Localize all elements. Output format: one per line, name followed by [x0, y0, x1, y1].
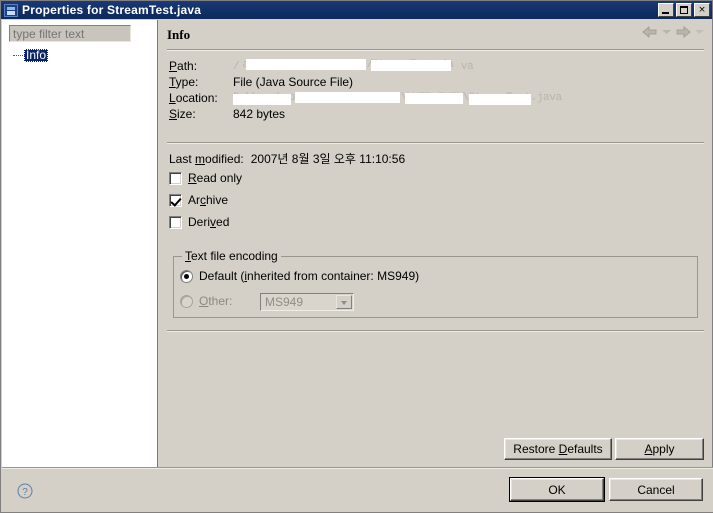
ok-label: OK: [548, 482, 566, 497]
radio-default-encoding-label: Default (inherited from container: MS949…: [199, 269, 420, 283]
properties-dialog: Properties for StreamTest.java × Info In…: [0, 0, 713, 513]
checkbox-derived-label: Derived: [188, 215, 230, 229]
last-modified-value: 2007년 8월 3일 오후 11:10:56: [250, 152, 406, 166]
window-title: Properties for StreamTest.java: [22, 3, 202, 17]
info-separator: [167, 142, 704, 144]
close-icon: ×: [698, 5, 706, 15]
last-modified-row: Last modified: 2007년 8월 3일 오후 11:10:56: [169, 151, 406, 167]
info-row-size: Size: 842 bytes: [169, 106, 285, 121]
navigation-arrows: [642, 26, 704, 38]
checkbox-archive-box[interactable]: [169, 193, 182, 207]
checkbox-archive[interactable]: Archive: [169, 192, 228, 208]
redacted-location: D:\\workspace\\project\\src\\WEB-INF\\St…: [233, 91, 562, 105]
svg-text:?: ?: [22, 487, 28, 498]
redacted-path: aaaaa/bbbbbbb/cccccc/StreamTest.ja: [243, 59, 458, 72]
title-bar[interactable]: Properties for StreamTest.java ×: [1, 1, 712, 19]
checkbox-derived[interactable]: Derived: [169, 214, 229, 230]
help-icon[interactable]: ?: [17, 483, 33, 499]
tree-connector-icon: [13, 55, 25, 57]
content-panel: Info Path: / va Type: File (Java Source …: [159, 20, 712, 467]
navigation-panel: Info: [2, 20, 158, 467]
encoding-select-value: MS949: [265, 295, 304, 309]
checkbox-read-only-label: Read only: [188, 171, 243, 185]
last-modified-label: Last modified:: [169, 151, 244, 166]
info-row-type: Type: File (Java Source File): [169, 74, 353, 89]
sidebar-item-label: Info: [24, 48, 49, 62]
close-button[interactable]: ×: [694, 3, 710, 17]
page-title: Info: [167, 27, 191, 42]
properties-window-icon: [4, 3, 18, 17]
restore-defaults-label: Restore Defaults: [513, 442, 603, 456]
checkbox-read-only[interactable]: Read only: [169, 170, 242, 186]
checkbox-read-only-box[interactable]: [169, 171, 182, 185]
cancel-label: Cancel: [637, 482, 675, 497]
radio-other-encoding[interactable]: Other:: [180, 293, 232, 309]
ok-button[interactable]: OK: [509, 477, 605, 502]
text-file-encoding-legend: Text file encoding: [182, 249, 281, 263]
maximize-button[interactable]: [676, 3, 692, 17]
title-separator: [167, 49, 704, 51]
restore-defaults-button[interactable]: Restore Defaults: [504, 438, 612, 460]
back-arrow-icon[interactable]: [642, 26, 658, 38]
chevron-down-icon[interactable]: [336, 295, 352, 309]
sidebar-item-info[interactable]: Info: [2, 48, 157, 63]
text-file-encoding-group: Text file encoding Default (inherited fr…: [173, 249, 698, 318]
checkbox-derived-box[interactable]: [169, 215, 182, 229]
radio-default-encoding[interactable]: Default (inherited from container: MS949…: [180, 268, 419, 284]
info-value-path: / aaaaa/bbbbbbb/cccccc/StreamTest.ja va: [233, 59, 474, 73]
info-value-type: File (Java Source File): [233, 74, 354, 89]
info-label-location: Location:: [169, 90, 218, 105]
forward-arrow-icon[interactable]: [675, 26, 691, 38]
info-row-path: Path: / aaaaa/bbbbbbb/cccccc/StreamTest.…: [169, 58, 474, 74]
checkbox-archive-label: Archive: [188, 193, 229, 207]
apply-button[interactable]: Apply: [615, 438, 704, 460]
info-label-type: Type:: [169, 74, 199, 89]
info-row-location: Location: D:\\workspace\\project\\src\\W…: [169, 90, 562, 105]
filter-input[interactable]: [9, 25, 131, 42]
back-history-chevron-down-icon[interactable]: [662, 29, 671, 35]
radio-other-encoding-label: Other:: [199, 294, 233, 308]
minimize-button[interactable]: [658, 3, 674, 17]
radio-default-encoding-button[interactable]: [180, 269, 193, 283]
radio-other-encoding-button[interactable]: [180, 294, 193, 308]
info-value-size: 842 bytes: [233, 106, 286, 121]
window-controls: ×: [658, 3, 710, 17]
info-value-location: D:\\workspace\\project\\src\\WEB-INF\\St…: [233, 90, 562, 105]
forward-history-chevron-down-icon[interactable]: [695, 29, 704, 35]
info-label-size: Size:: [169, 106, 196, 121]
apply-label: Apply: [644, 442, 675, 456]
settings-tree: Info: [2, 48, 157, 63]
encoding-select[interactable]: MS949: [260, 293, 354, 311]
footer-bar: ? OK Cancel: [2, 469, 713, 512]
encoding-separator: [167, 330, 704, 332]
cancel-button[interactable]: Cancel: [609, 478, 703, 501]
info-label-path: Path:: [169, 58, 198, 73]
